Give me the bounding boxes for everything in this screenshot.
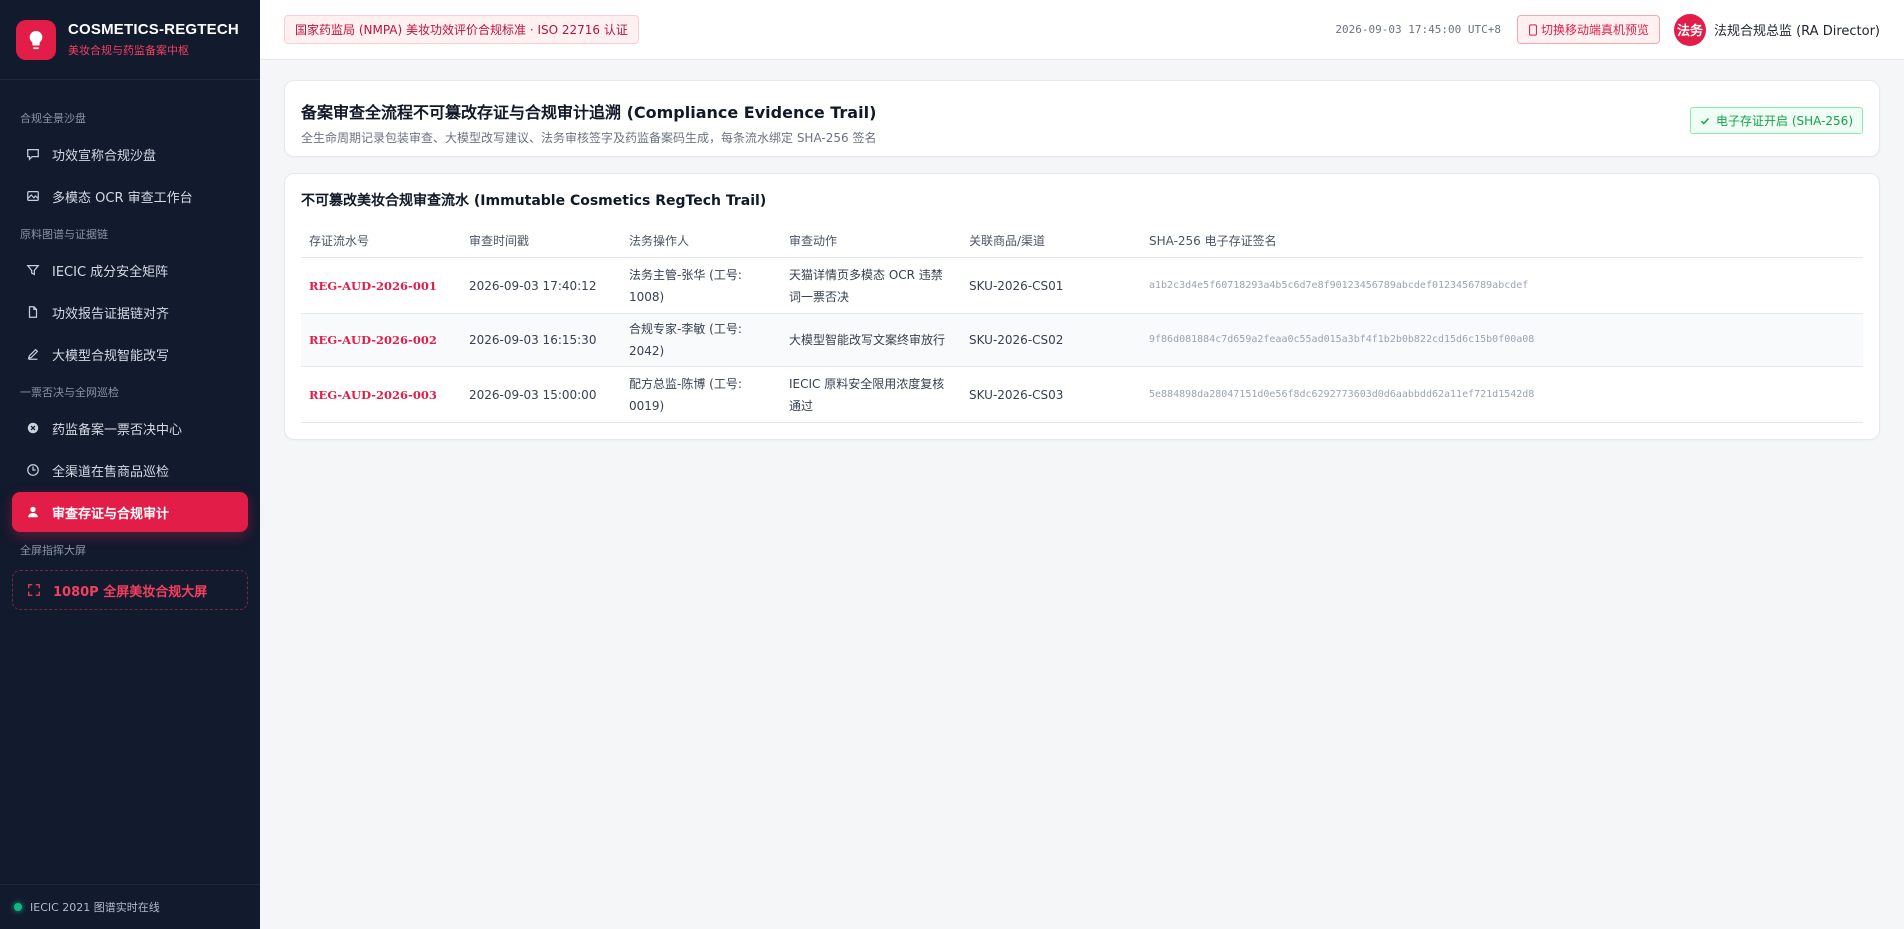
trail-signature: 9f86d081884c7d659a2feaa0c55ad015a3bf4f1b…	[1141, 313, 1863, 367]
sidebar-item-label: 审查存证与合规审计	[52, 506, 170, 522]
trail-time: 2026-09-03 17:40:12	[461, 257, 621, 314]
filter-icon	[26, 263, 40, 277]
mobile-preview-button[interactable]: 切换移动端真机预览	[1516, 15, 1660, 44]
sidebar-footer: IECIC 2021 图谱实时在线	[0, 884, 260, 929]
nav-section-label: 合规全景沙盘	[20, 112, 86, 125]
trail-sku: SKU-2026-CS03	[961, 366, 1141, 423]
sidebar-item-label: 1080P 全屏美妆合规大屏	[53, 584, 208, 600]
sidebar-item-label: 大模型合规智能改写	[52, 348, 170, 364]
trail-action: 大模型智能改写文案终审放行	[781, 313, 961, 367]
brand-subtitle: 美妆合规与药监备案中枢	[68, 44, 189, 57]
phone-icon	[1529, 23, 1537, 36]
sidebar-item-ocr-workbench[interactable]: 多模态 OCR 审查工作台	[12, 176, 248, 216]
x-circle-icon	[26, 421, 40, 435]
lightbulb-icon	[16, 19, 56, 60]
expand-icon	[27, 583, 41, 597]
sidebar-item-label: 多模态 OCR 审查工作台	[52, 190, 193, 206]
column-header: 法务操作人	[621, 224, 781, 258]
trail-id: REG-AUD-2026-001	[301, 257, 461, 314]
sidebar-item-evidence-chain[interactable]: 功效报告证据链对齐	[12, 292, 248, 332]
brand-title: COSMETICS-REGTECH	[68, 21, 239, 38]
sidebar-nav: 合规全景沙盘 功效宣称合规沙盘 多模态 OCR 审查工作台 原料图谱与证据链 I…	[0, 80, 260, 610]
column-header: 审查动作	[781, 224, 961, 258]
nav-section-label: 全屏指挥大屏	[20, 544, 86, 557]
avatar[interactable]: 法务	[1673, 13, 1706, 46]
user-icon	[26, 505, 40, 519]
trail-time: 2026-09-03 16:15:30	[461, 313, 621, 367]
trail-signature: 5e884898da28047151d0e56f8dc6292773603d0d…	[1141, 366, 1863, 423]
sidebar-item-label: 全渠道在售商品巡检	[52, 464, 170, 480]
pen-icon	[26, 347, 40, 361]
trail-sku: SKU-2026-CS02	[961, 313, 1141, 367]
mobile-preview-label: 切换移动端真机预览	[1540, 23, 1649, 37]
page-subtitle: 全生命周期记录包装审查、大模型改写建议、法务审核签字及药监备案码生成，每条流水绑…	[301, 131, 877, 145]
brand: COSMETICS-REGTECH 美妆合规与药监备案中枢	[0, 0, 260, 80]
trail-signature: a1b2c3d4e5f60718293a4b5c6d7e8f9012345678…	[1141, 257, 1863, 314]
table-header-row: 存证流水号 审查时间戳 法务操作人 审查动作 关联商品/渠道 SHA-256 电…	[301, 224, 1863, 258]
sidebar-item-label: 药监备案一票否决中心	[52, 422, 183, 438]
main-content: 备案审查全流程不可篡改存证与合规审计追溯 (Compliance Evidenc…	[260, 60, 1904, 929]
column-header: 存证流水号	[301, 224, 461, 258]
sidebar-item-label: 功效报告证据链对齐	[52, 306, 170, 322]
sidebar-item-label: IECIC 成分安全矩阵	[52, 264, 169, 280]
check-icon	[1700, 117, 1710, 125]
compliance-standard-badge: 国家药监局 (NMPA) 美妆功效评价合规标准 · ISO 22716 认证	[284, 15, 639, 44]
sidebar-item-label: 功效宣称合规沙盘	[52, 148, 157, 164]
table-row[interactable]: REG-AUD-2026-003 2026-09-03 15:00:00 配方总…	[301, 366, 1863, 423]
column-header: SHA-256 电子存证签名	[1141, 224, 1863, 258]
trail-sku: SKU-2026-CS01	[961, 257, 1141, 314]
trail-operator: 法务主管-张华 (工号: 1008)	[621, 257, 781, 314]
sidebar-item-channel-patrol[interactable]: 全渠道在售商品巡检	[12, 450, 248, 490]
column-header: 审查时间戳	[461, 224, 621, 258]
nav-section-label: 原料图谱与证据链	[20, 228, 108, 241]
graph-status-text: IECIC 2021 图谱实时在线	[30, 901, 160, 914]
system-clock: 2026-09-03 17:45:00 UTC+8	[1335, 23, 1501, 36]
table-row[interactable]: REG-AUD-2026-002 2026-09-03 16:15:30 合规专…	[301, 313, 1863, 367]
status-dot-icon	[14, 903, 22, 911]
column-header: 关联商品/渠道	[961, 224, 1141, 258]
document-icon	[26, 305, 40, 319]
sidebar-item-llm-rewrite[interactable]: 大模型合规智能改写	[12, 334, 248, 374]
sidebar: COSMETICS-REGTECH 美妆合规与药监备案中枢 合规全景沙盘 功效宣…	[0, 0, 260, 929]
page-title: 备案审查全流程不可篡改存证与合规审计追溯 (Compliance Evidenc…	[301, 103, 877, 122]
image-icon	[26, 189, 40, 203]
table-title: 不可篡改美妆合规审查流水 (Immutable Cosmetics RegTec…	[301, 193, 767, 209]
trail-id: REG-AUD-2026-003	[301, 366, 461, 423]
chat-icon	[26, 147, 40, 161]
sidebar-item-iecic-matrix[interactable]: IECIC 成分安全矩阵	[12, 250, 248, 290]
user-name[interactable]: 法规合规总监 (RA Director)	[1714, 20, 1880, 39]
trail-time: 2026-09-03 15:00:00	[461, 366, 621, 423]
evidence-status-badge: 电子存证开启 (SHA-256)	[1690, 107, 1863, 134]
evidence-status-label: 电子存证开启 (SHA-256)	[1716, 114, 1853, 128]
topbar: 国家药监局 (NMPA) 美妆功效评价合规标准 · ISO 22716 认证 2…	[260, 0, 1904, 60]
sidebar-item-fullscreen-dashboard[interactable]: 1080P 全屏美妆合规大屏	[12, 570, 248, 610]
trail-operator: 合规专家-李敏 (工号: 2042)	[621, 313, 781, 367]
sidebar-item-veto-center[interactable]: 药监备案一票否决中心	[12, 408, 248, 448]
clock-icon	[26, 463, 40, 477]
sidebar-item-audit-trail[interactable]: 审查存证与合规审计	[12, 492, 248, 532]
sidebar-item-claims-sandbox[interactable]: 功效宣称合规沙盘	[12, 134, 248, 174]
trail-id: REG-AUD-2026-002	[301, 313, 461, 367]
table-row[interactable]: REG-AUD-2026-001 2026-09-03 17:40:12 法务主…	[301, 257, 1863, 314]
audit-trail-card: 不可篡改美妆合规审查流水 (Immutable Cosmetics RegTec…	[284, 173, 1880, 440]
page-header-card: 备案审查全流程不可篡改存证与合规审计追溯 (Compliance Evidenc…	[284, 80, 1880, 157]
trail-action: 天猫详情页多模态 OCR 违禁词一票否决	[781, 257, 961, 314]
trail-operator: 配方总监-陈博 (工号: 0019)	[621, 366, 781, 423]
audit-trail-table: 存证流水号 审查时间戳 法务操作人 审查动作 关联商品/渠道 SHA-256 电…	[301, 224, 1863, 423]
nav-section-label: 一票否决与全网巡检	[20, 386, 119, 399]
trail-action: IECIC 原料安全限用浓度复核通过	[781, 366, 961, 423]
